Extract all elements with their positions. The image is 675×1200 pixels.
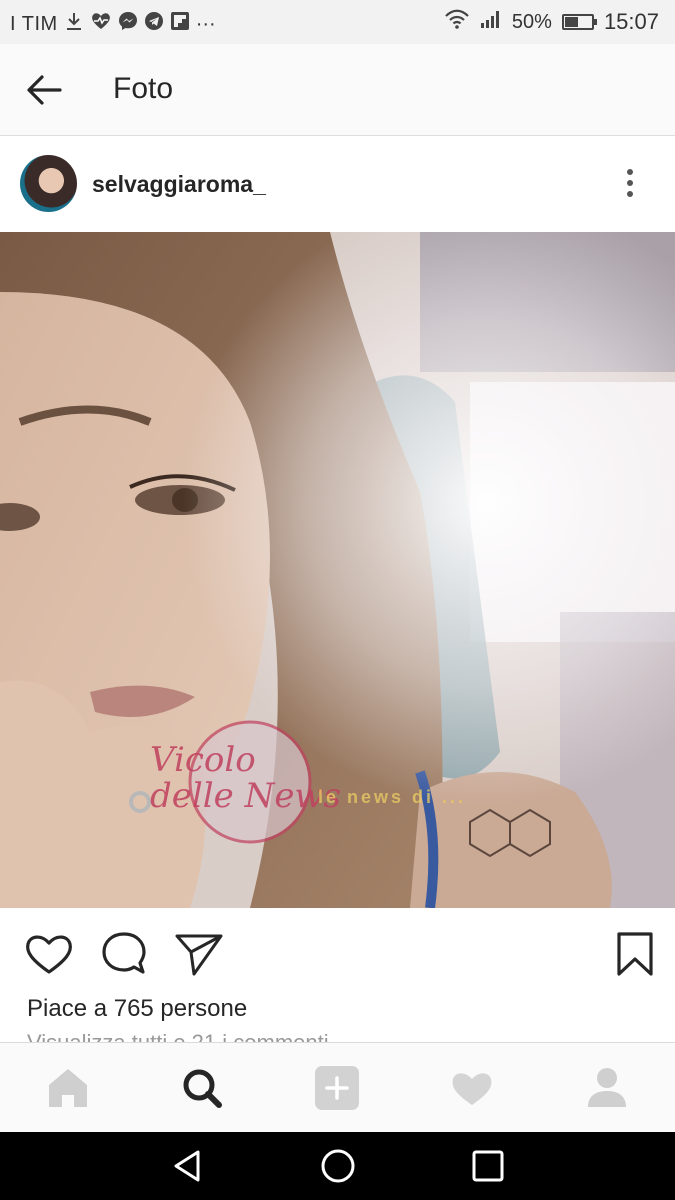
system-nav-bar <box>0 1132 675 1200</box>
app-bar: Foto <box>0 44 675 136</box>
more-dots-icon: ··· <box>195 12 216 35</box>
system-home-button[interactable] <box>318 1148 358 1184</box>
nav-search[interactable] <box>175 1063 229 1113</box>
clock: 15:07 <box>603 9 659 34</box>
home-icon <box>49 1069 87 1107</box>
heartbeat-icon <box>90 11 112 37</box>
like-button[interactable] <box>24 930 74 978</box>
back-triangle-icon <box>174 1150 200 1182</box>
likes-count[interactable]: Piace a 765 persone <box>27 995 247 1023</box>
telegram-icon <box>144 11 164 37</box>
flipboard-icon <box>170 11 190 37</box>
carrier-label: I TIM <box>10 12 58 35</box>
nav-profile[interactable] <box>580 1063 634 1113</box>
post-options-button[interactable] <box>615 166 645 202</box>
view-comments-link[interactable]: Visualizza tutti e 21 i commenti <box>27 1032 329 1042</box>
home-circle-icon <box>321 1149 355 1183</box>
post-header: selvaggiaroma_ <box>0 136 675 232</box>
download-icon <box>64 11 84 37</box>
nav-activity[interactable] <box>445 1063 499 1113</box>
heart-icon <box>26 935 72 974</box>
post-photo[interactable]: Vicolo delle News le news di ... <box>0 232 675 908</box>
back-button[interactable] <box>24 72 64 108</box>
share-button[interactable] <box>174 930 224 978</box>
nav-add[interactable] <box>310 1063 364 1113</box>
status-right: 50% 15:07 <box>444 9 659 35</box>
avatar[interactable] <box>20 155 77 212</box>
system-recents-button[interactable] <box>468 1148 508 1184</box>
bottom-nav <box>0 1042 675 1133</box>
activity-heart-icon <box>452 1073 492 1105</box>
comment-button[interactable] <box>99 930 149 978</box>
signal-icon <box>480 9 502 35</box>
battery-level <box>564 17 578 27</box>
profile-icon <box>588 1068 626 1107</box>
username[interactable]: selvaggiaroma_ <box>92 171 266 198</box>
battery-percent: 50% <box>511 10 552 33</box>
bookmark-icon <box>617 932 653 976</box>
save-button[interactable] <box>610 930 660 978</box>
nav-home[interactable] <box>41 1063 95 1113</box>
search-icon <box>183 1069 222 1108</box>
arrow-left-icon <box>27 75 62 105</box>
wifi-icon <box>444 9 470 35</box>
messenger-icon <box>118 11 138 37</box>
vertical-dots-icon <box>627 169 633 197</box>
recents-square-icon <box>472 1150 504 1182</box>
status-bar: I TIM ··· 50% 15:07 <box>0 0 675 44</box>
add-icon <box>315 1066 359 1110</box>
system-back-button[interactable] <box>168 1148 208 1184</box>
status-left: I TIM ··· <box>10 11 216 37</box>
comment-icon <box>102 932 146 974</box>
share-icon <box>175 934 223 976</box>
battery-icon <box>561 14 597 30</box>
post-actions <box>0 908 675 998</box>
page-title: Foto <box>113 72 174 105</box>
watermark-strip: le news di ... <box>318 787 467 807</box>
